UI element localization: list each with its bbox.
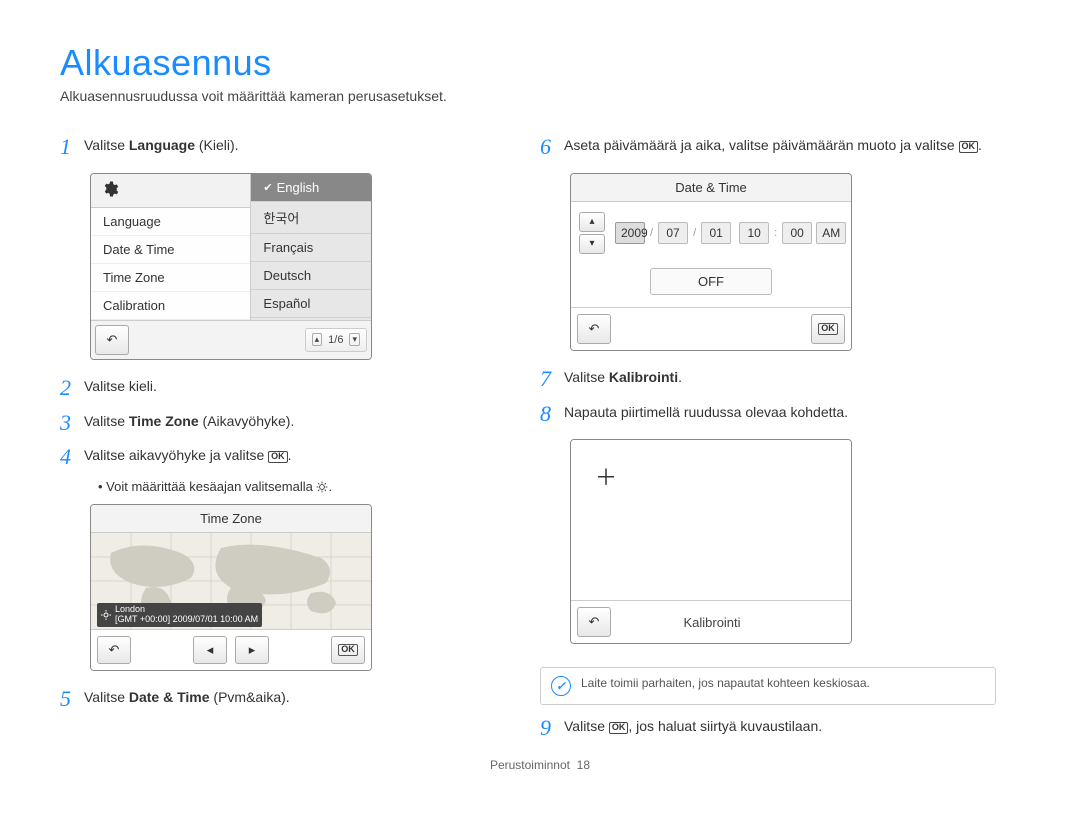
lang-option-french[interactable]: Français bbox=[251, 234, 371, 262]
step-number: 8 bbox=[540, 399, 564, 430]
datetime-title: Date & Time bbox=[571, 174, 851, 202]
step-1: 1 Valitse Language (Kieli). bbox=[60, 136, 516, 163]
step-number: 9 bbox=[540, 713, 564, 744]
timezone-title: Time Zone bbox=[91, 505, 371, 533]
month-field[interactable]: 07 bbox=[658, 222, 688, 244]
pager-text: 1/6 bbox=[328, 334, 343, 346]
step-text: . bbox=[678, 369, 682, 385]
ampm-field[interactable]: AM bbox=[816, 222, 846, 244]
step-number: 4 bbox=[60, 442, 84, 473]
date-format-button[interactable]: OFF bbox=[650, 268, 772, 295]
calibration-area[interactable]: ＋ bbox=[571, 440, 851, 600]
ok-icon: OK bbox=[268, 451, 288, 463]
date-separator: / bbox=[692, 227, 697, 239]
step-8: 8 Napauta piirtimellä ruudussa olevaa ko… bbox=[540, 403, 996, 430]
calibration-screen: ＋ ↶ Kalibrointi bbox=[570, 439, 852, 644]
step-number: 3 bbox=[60, 408, 84, 439]
calibration-target-icon[interactable]: ＋ bbox=[595, 460, 617, 492]
info-text: Laite toimii parhaiten, jos napautat koh… bbox=[581, 676, 870, 690]
gear-icon bbox=[101, 180, 119, 201]
step-number: 2 bbox=[60, 373, 84, 404]
date-separator: / bbox=[649, 227, 654, 239]
menu-item-timezone[interactable]: Time Zone bbox=[91, 264, 250, 292]
value-down-button[interactable]: ▾ bbox=[579, 234, 605, 254]
step-number: 1 bbox=[60, 132, 84, 163]
ok-icon: OK bbox=[959, 141, 979, 153]
step-3: 3 Valitse Time Zone (Aikavyöhyke). bbox=[60, 412, 516, 439]
hour-field[interactable]: 10 bbox=[739, 222, 769, 244]
step-text: Napauta piirtimellä ruudussa olevaa kohd… bbox=[564, 403, 996, 423]
back-button[interactable]: ↶ bbox=[577, 607, 611, 637]
step-number: 5 bbox=[60, 684, 84, 715]
language-screen: Language Date & Time Time Zone Calibrati… bbox=[90, 173, 372, 360]
prev-button[interactable]: ◂ bbox=[193, 636, 227, 664]
dst-sun-icon bbox=[316, 481, 328, 493]
step-text: Valitse bbox=[564, 718, 609, 734]
step-text: Valitse aikavyöhyke ja valitse bbox=[84, 447, 268, 463]
step-7: 7 Valitse Kalibrointi. bbox=[540, 368, 996, 395]
step-text: (Kieli). bbox=[195, 137, 239, 153]
next-button[interactable]: ▸ bbox=[235, 636, 269, 664]
step-text: . bbox=[978, 137, 982, 153]
step-5: 5 Valitse Date & Time (Pvm&aika). bbox=[60, 688, 516, 715]
calibration-label: Kalibrointi bbox=[615, 615, 809, 630]
language-pager[interactable]: ▴ 1/6 ▾ bbox=[305, 328, 367, 352]
step-number: 6 bbox=[540, 132, 564, 163]
year-field[interactable]: 2009 bbox=[615, 222, 645, 244]
dst-sun-icon bbox=[101, 610, 111, 620]
ok-button[interactable]: OK bbox=[811, 314, 845, 344]
step-text: Aseta päivämäärä ja aika, valitse päiväm… bbox=[564, 137, 959, 153]
back-button[interactable]: ↶ bbox=[577, 314, 611, 344]
timezone-screen: Time Zone bbox=[90, 504, 372, 671]
lang-option-spanish[interactable]: Español bbox=[251, 290, 371, 318]
menu-item-language[interactable]: Language bbox=[91, 208, 250, 236]
datetime-screen: Date & Time ▴ ▾ 2009 / 07 / 01 bbox=[570, 173, 852, 351]
step-text: (Pvm&aika). bbox=[210, 689, 290, 705]
lang-option-english[interactable]: ✔English bbox=[251, 174, 371, 202]
page-title: Alkuasennus bbox=[60, 42, 1020, 84]
lang-option-german[interactable]: Deutsch bbox=[251, 262, 371, 290]
step-text: Valitse bbox=[84, 689, 129, 705]
page-up-icon[interactable]: ▴ bbox=[312, 333, 323, 346]
menu-item-calibration[interactable]: Calibration bbox=[91, 292, 250, 320]
step-text: Valitse bbox=[564, 369, 609, 385]
step-9: 9 Valitse OK, jos haluat siirtyä kuvaust… bbox=[540, 717, 996, 744]
day-field[interactable]: 01 bbox=[701, 222, 731, 244]
back-button[interactable]: ↶ bbox=[95, 325, 129, 355]
step-number: 7 bbox=[540, 364, 564, 395]
step-4-note: Voit määrittää kesäajan valitsemalla . bbox=[60, 479, 516, 494]
ok-icon: OK bbox=[609, 722, 629, 734]
step-text: Valitse kieli. bbox=[84, 377, 516, 397]
timezone-map[interactable]: London [GMT +00:00] 2009/07/01 10:00 AM bbox=[91, 533, 371, 630]
time-separator: : bbox=[773, 227, 778, 239]
page-down-icon[interactable]: ▾ bbox=[349, 333, 360, 346]
timezone-caption: London [GMT +00:00] 2009/07/01 10:00 AM bbox=[97, 603, 262, 627]
check-icon: ✔ bbox=[263, 181, 272, 194]
lang-option-korean[interactable]: 한국어 bbox=[251, 202, 371, 234]
step-text: . bbox=[288, 447, 292, 463]
page-subtitle: Alkuasennusruudussa voit määrittää kamer… bbox=[60, 88, 1020, 104]
page-footer: Perustoiminnot 18 bbox=[60, 758, 1020, 772]
step-bold: Time Zone bbox=[129, 413, 199, 429]
step-2: 2 Valitse kieli. bbox=[60, 377, 516, 404]
step-bold: Date & Time bbox=[129, 689, 210, 705]
step-bold: Kalibrointi bbox=[609, 369, 678, 385]
step-4: 4 Valitse aikavyöhyke ja valitse OK. bbox=[60, 446, 516, 473]
back-button[interactable]: ↶ bbox=[97, 636, 131, 664]
minute-field[interactable]: 00 bbox=[782, 222, 812, 244]
info-note: ✓ Laite toimii parhaiten, jos napautat k… bbox=[540, 667, 996, 705]
step-text: Valitse bbox=[84, 137, 129, 153]
info-icon: ✓ bbox=[551, 676, 571, 696]
step-text: (Aikavyöhyke). bbox=[199, 413, 295, 429]
menu-item-datetime[interactable]: Date & Time bbox=[91, 236, 250, 264]
ok-button[interactable]: OK bbox=[331, 636, 365, 664]
step-text: , jos haluat siirtyä kuvaustilaan. bbox=[628, 718, 822, 734]
step-bold: Language bbox=[129, 137, 195, 153]
step-text: Valitse bbox=[84, 413, 129, 429]
step-6: 6 Aseta päivämäärä ja aika, valitse päiv… bbox=[540, 136, 996, 163]
value-up-button[interactable]: ▴ bbox=[579, 212, 605, 232]
